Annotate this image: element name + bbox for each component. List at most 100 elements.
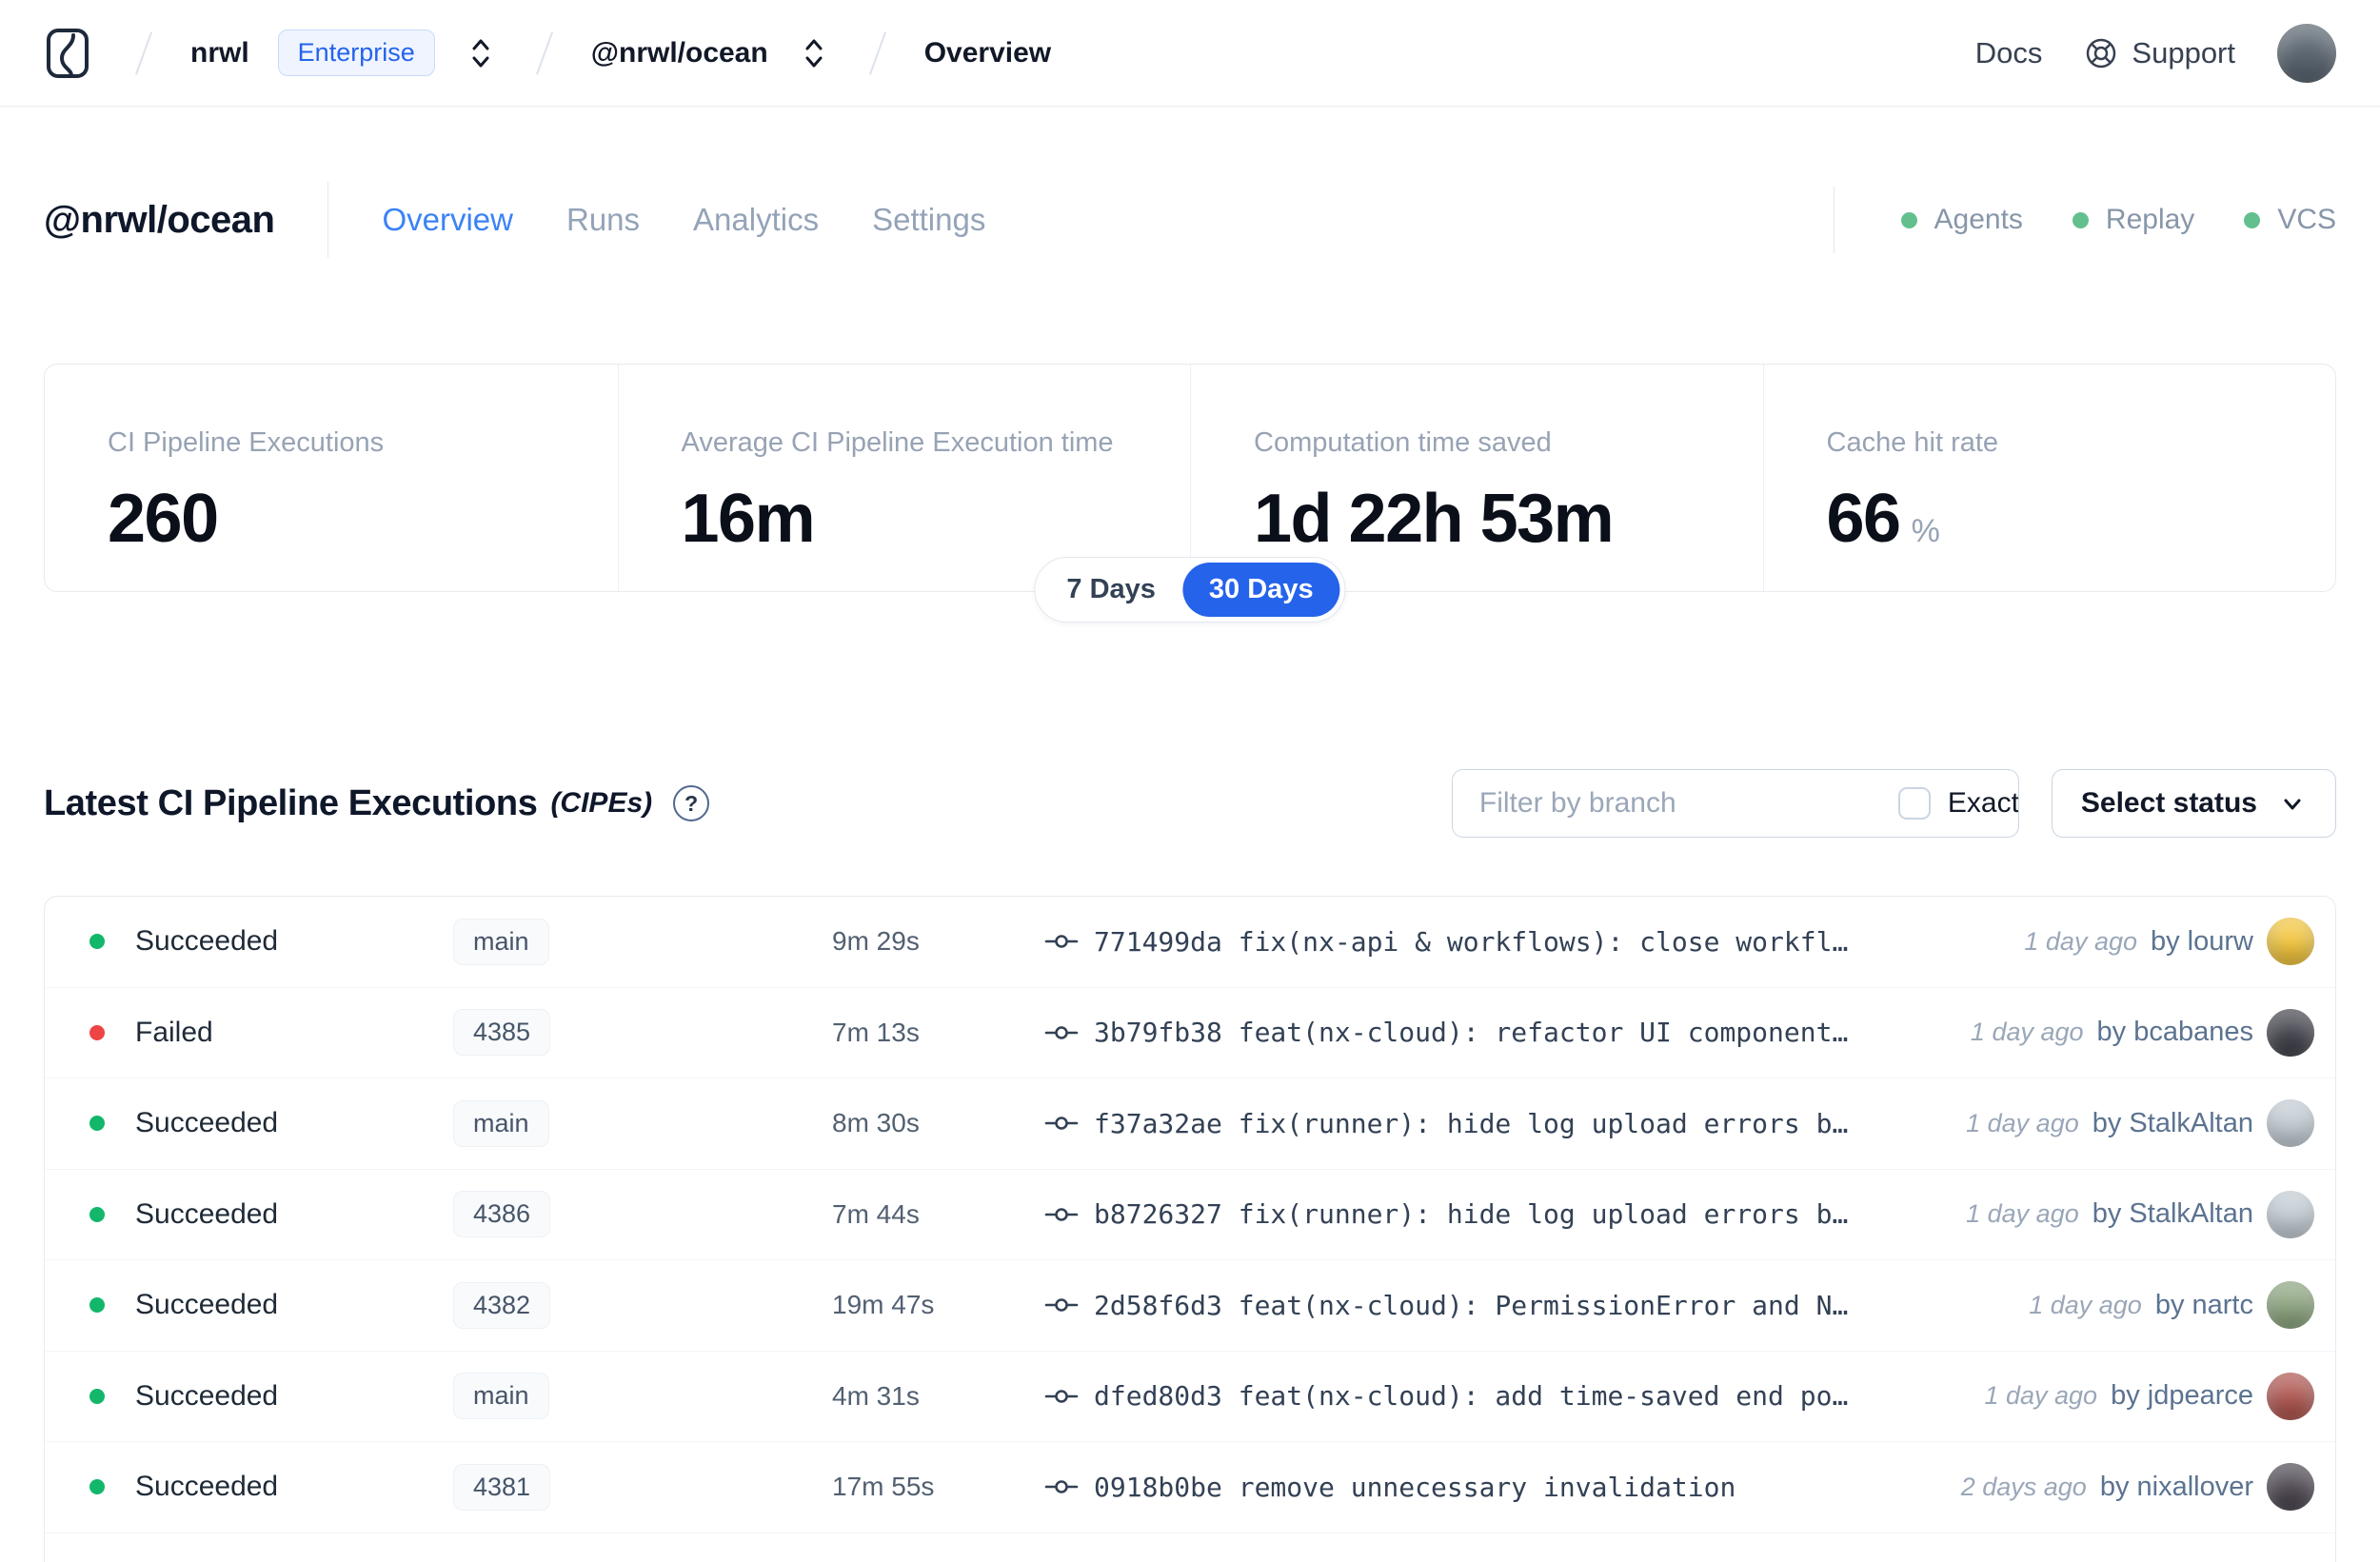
author-label: by StalkAltan	[2092, 1198, 2253, 1230]
exact-label: Exact	[1947, 787, 2019, 819]
status-label: Succeeded	[135, 1471, 279, 1503]
branch-filter-input[interactable]	[1452, 770, 1874, 837]
status-label: Succeeded	[135, 1379, 279, 1412]
status-replay[interactable]: Replay	[2072, 204, 2194, 236]
duration-label: 4m 31s	[832, 1380, 920, 1411]
status-agents[interactable]: Agents	[1900, 204, 2023, 236]
docs-link[interactable]: Docs	[1975, 36, 2043, 70]
commit-message[interactable]: dfed80d3 feat(nx-cloud): add time-saved …	[1094, 1380, 1848, 1412]
commit-message[interactable]: b8726327 fix(runner): hide log upload er…	[1094, 1198, 1848, 1230]
breadcrumb-slash	[868, 30, 886, 75]
author-avatar[interactable]	[2267, 1463, 2314, 1512]
author-avatar[interactable]	[2267, 1190, 2314, 1238]
git-commit-icon	[1044, 935, 1079, 949]
relative-time-label: 1 day ago	[2024, 926, 2137, 956]
cipe-title-suffix: (CIPEs)	[550, 787, 653, 819]
git-commit-icon	[1044, 1298, 1079, 1313]
status-label: Succeeded	[135, 1197, 279, 1230]
author-avatar[interactable]	[2267, 1008, 2314, 1057]
stat-cache-hit-rate: Cache hit rate 66%	[1762, 365, 2336, 591]
cipe-section-header: Latest CI Pipeline Executions (CIPEs) ? …	[44, 765, 2336, 841]
green-dot-icon	[2244, 211, 2261, 228]
tab-analytics[interactable]: Analytics	[693, 202, 819, 238]
breadcrumb-page: Overview	[923, 36, 1052, 69]
cipe-table: Succeeded main 9m 29s 771499da fix(nx-ap…	[44, 896, 2336, 1562]
branch-filter-group: Exact	[1451, 769, 2019, 838]
divider	[1833, 187, 1835, 253]
stats-card-row: CI Pipeline Executions 260 Average CI Pi…	[44, 364, 2336, 623]
workspace-header: @nrwl/ocean Overview Runs Analytics Sett…	[44, 182, 2336, 258]
branch-badge[interactable]: 4382	[453, 1281, 551, 1329]
git-commit-icon	[1044, 1117, 1079, 1131]
status-select-dropdown[interactable]: Select status	[2051, 769, 2336, 838]
range-7-days-button[interactable]: 7 Days	[1040, 563, 1182, 617]
range-30-days-button[interactable]: 30 Days	[1181, 563, 1340, 617]
table-row[interactable]: Succeeded 4381 17m 55s 0918b0be remove u…	[45, 1442, 2335, 1533]
percent-unit: %	[1911, 513, 1940, 549]
status-dot-icon	[89, 1024, 105, 1040]
cipe-title: Latest CI Pipeline Executions	[44, 782, 538, 823]
duration-label: 7m 13s	[832, 1017, 920, 1047]
branch-badge[interactable]: main	[453, 918, 549, 965]
enterprise-badge[interactable]: Enterprise	[277, 30, 435, 76]
tab-settings[interactable]: Settings	[872, 202, 985, 238]
stat-ci-pipeline-executions: CI Pipeline Executions 260	[108, 427, 385, 557]
workspace-tabs: Overview Runs Analytics Settings	[382, 202, 985, 238]
cipe-filters: Exact Select status	[1451, 769, 2336, 838]
duration-label: 17m 55s	[832, 1472, 935, 1502]
author-label: by nartc	[2154, 1289, 2253, 1320]
table-row[interactable]: Succeeded main 4m 31s dfed80d3 feat(nx-c…	[45, 1352, 2335, 1442]
life-buoy-icon	[2087, 38, 2116, 68]
author-avatar[interactable]	[2267, 918, 2314, 966]
relative-time-label: 1 day ago	[1966, 1199, 2079, 1229]
top-navbar: nrwl Enterprise @nrwl/ocean Overview Doc…	[0, 0, 2380, 107]
commit-message[interactable]: 3b79fb38 feat(nx-cloud): refactor UI com…	[1094, 1017, 1848, 1048]
author-avatar[interactable]	[2267, 1281, 2314, 1330]
status-label: Succeeded	[135, 925, 279, 958]
integration-status-group: Agents Replay VCS	[1900, 204, 2336, 236]
chevron-up-down-icon	[805, 39, 823, 67]
table-row[interactable]: Succeeded main 9m 29s 771499da fix(nx-ap…	[45, 897, 2335, 988]
commit-message[interactable]: 0918b0be remove unnecessary invalidation	[1094, 1472, 1735, 1503]
status-label: Succeeded	[135, 1289, 279, 1321]
exact-checkbox[interactable]	[1897, 787, 1931, 820]
user-avatar[interactable]	[2277, 23, 2336, 83]
status-vcs[interactable]: VCS	[2244, 204, 2336, 236]
author-avatar[interactable]	[2267, 1372, 2314, 1420]
help-icon[interactable]: ?	[673, 785, 710, 821]
git-commit-icon	[1044, 1025, 1079, 1039]
breadcrumb-workspace[interactable]: @nrwl/ocean	[591, 37, 768, 69]
branch-badge[interactable]: 4386	[453, 1191, 551, 1238]
commit-message[interactable]: f37a32ae fix(runner): hide log upload er…	[1094, 1108, 1848, 1139]
docs-label: Docs	[1974, 35, 2043, 69]
git-commit-icon	[1044, 1207, 1079, 1221]
chevron-up-down-icon	[472, 39, 489, 67]
status-dot-icon	[89, 1116, 105, 1132]
status-dot-icon	[89, 1297, 105, 1314]
table-row[interactable]: Succeeded main 8m 30s f37a32ae fix(runne…	[45, 1078, 2335, 1170]
tab-overview[interactable]: Overview	[382, 202, 513, 238]
branch-badge[interactable]: 4385	[453, 1009, 551, 1057]
breadcrumb-org[interactable]: nrwl	[190, 37, 249, 69]
status-dot-icon	[89, 1479, 105, 1495]
green-dot-icon	[2072, 211, 2089, 228]
relative-time-label: 1 day ago	[1966, 1108, 2079, 1137]
workspace-switcher-button[interactable]	[797, 30, 831, 76]
status-label: Failed	[135, 1016, 213, 1048]
author-avatar[interactable]	[2267, 1099, 2314, 1148]
branch-badge[interactable]: 4381	[453, 1463, 551, 1511]
commit-message[interactable]: 2d58f6d3 feat(nx-cloud): PermissionError…	[1094, 1290, 1848, 1321]
chevron-down-icon	[2284, 799, 2301, 810]
branch-badge[interactable]: main	[453, 1099, 549, 1147]
branch-badge[interactable]: main	[453, 1373, 549, 1420]
support-link[interactable]: Support	[2084, 36, 2235, 70]
org-switcher-button[interactable]	[464, 30, 498, 76]
table-row[interactable]: Failed 4385 7m 13s 3b79fb38 feat(nx-clou…	[45, 988, 2335, 1078]
table-row[interactable]: Succeeded 4382 19m 47s 2d58f6d3 feat(nx-…	[45, 1260, 2335, 1352]
commit-message[interactable]: 771499da fix(nx-api & workflows): close …	[1094, 926, 1848, 958]
breadcrumb-slash	[134, 30, 153, 75]
nx-cloud-logo[interactable]	[44, 27, 97, 80]
git-commit-icon	[1044, 1480, 1079, 1494]
table-row[interactable]: Succeeded 4386 7m 44s b8726327 fix(runne…	[45, 1170, 2335, 1260]
tab-runs[interactable]: Runs	[566, 202, 640, 238]
